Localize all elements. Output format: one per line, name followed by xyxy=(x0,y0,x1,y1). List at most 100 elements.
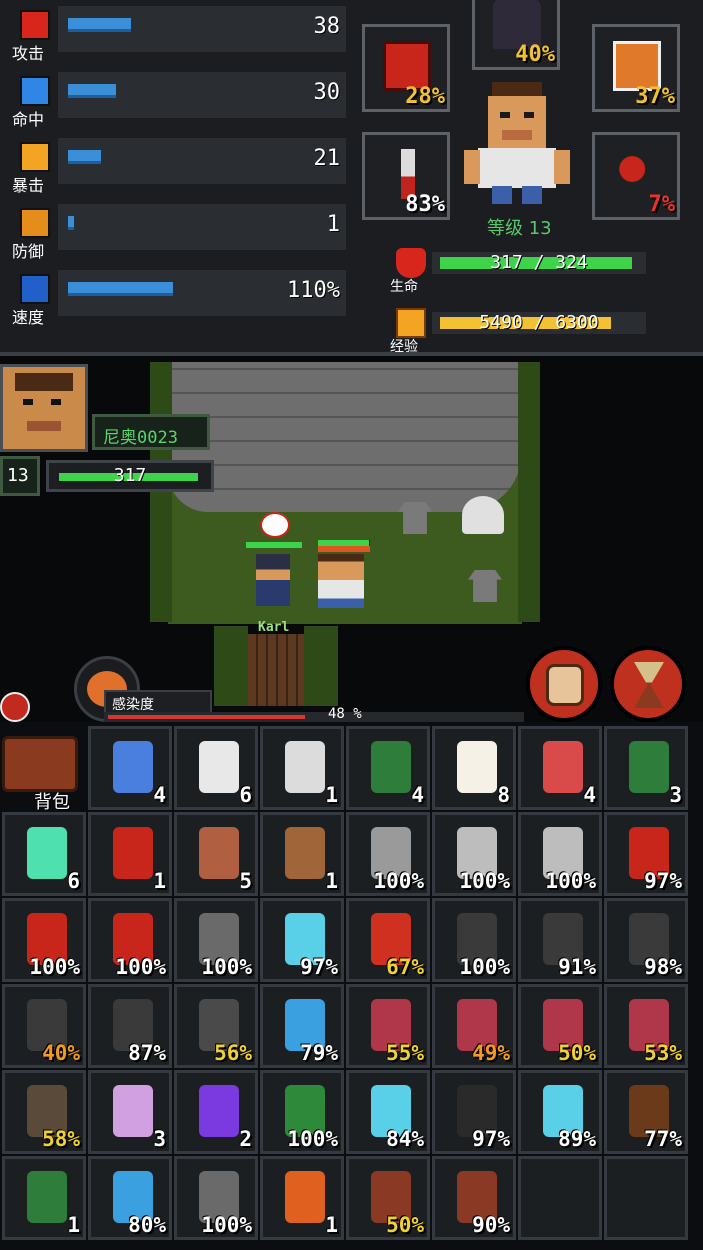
inventory-slot[interactable]: 90% xyxy=(432,1156,516,1240)
stat-label: 防御 xyxy=(12,242,45,261)
inventory-slot[interactable]: 97% xyxy=(432,1070,516,1154)
basket-icon xyxy=(285,827,325,879)
drop-arrow-icon[interactable] xyxy=(0,692,30,722)
inventory-slot[interactable]: 84% xyxy=(346,1070,430,1154)
inventory-slot[interactable]: 49% xyxy=(432,984,516,1068)
item-quantity: 1 xyxy=(325,1213,338,1237)
item-quantity: 80% xyxy=(128,1213,166,1237)
inventory-slot[interactable]: 55% xyxy=(346,984,430,1068)
inventory-slot[interactable]: 80% xyxy=(88,1156,172,1240)
inventory-slot[interactable]: 1 xyxy=(88,812,172,896)
portrait-eye xyxy=(23,399,33,405)
inventory-slot[interactable]: 97% xyxy=(260,898,344,982)
equip-slot-offhand[interactable]: 7% xyxy=(592,132,680,220)
inventory-slot[interactable]: 6 xyxy=(2,812,86,896)
inventory-slot[interactable]: 50% xyxy=(518,984,602,1068)
inventory-slot[interactable]: 67% xyxy=(346,898,430,982)
dungeon-view[interactable]: Karl 尼奥0023 13 317 感染度 48 % xyxy=(0,356,703,722)
item-quantity: 97% xyxy=(644,869,682,893)
inventory-slot[interactable]: 50% xyxy=(346,1156,430,1240)
inventory-slot[interactable]: 53% xyxy=(604,984,688,1068)
critical-icon xyxy=(20,142,50,172)
inventory-slot[interactable]: 4 xyxy=(346,726,430,810)
inventory-slot[interactable]: 100% xyxy=(174,898,258,982)
stat-row-critical: 暴击 21 xyxy=(0,134,350,195)
shirt-loot-icon[interactable] xyxy=(468,570,502,602)
player-level: 13 xyxy=(7,465,29,486)
item-quantity: 100% xyxy=(459,955,510,979)
inventory-slot[interactable]: 4 xyxy=(518,726,602,810)
attack-fist-button[interactable] xyxy=(526,646,602,722)
inventory-slot[interactable]: 100% xyxy=(432,898,516,982)
stat-value: 110% xyxy=(287,278,340,303)
player-portrait[interactable] xyxy=(0,364,88,452)
backpack-label: 背包 xyxy=(34,792,70,813)
inventory-slot[interactable]: 1 xyxy=(260,1156,344,1240)
inventory-slot[interactable]: 100% xyxy=(88,898,172,982)
inventory-slot[interactable]: 77% xyxy=(604,1070,688,1154)
infection-bar-fill xyxy=(108,715,305,719)
item-quantity: 3 xyxy=(153,1127,166,1151)
inventory-slot-empty[interactable] xyxy=(604,1156,688,1240)
inventory-slot[interactable]: 87% xyxy=(88,984,172,1068)
stat-value: 1 xyxy=(326,212,340,237)
inventory-slot[interactable]: 8 xyxy=(432,726,516,810)
inventory-slot[interactable]: 100% xyxy=(432,812,516,896)
inventory-slot-empty[interactable] xyxy=(518,1156,602,1240)
inventory-slot[interactable]: 91% xyxy=(518,898,602,982)
portrait-mouth xyxy=(27,421,61,431)
inventory-slot[interactable]: 100% xyxy=(174,1156,258,1240)
equip-slot-weapon[interactable]: 83% xyxy=(362,132,450,220)
inventory-slot[interactable]: 58% xyxy=(2,1070,86,1154)
inventory-slot[interactable]: 100% xyxy=(518,812,602,896)
equip-slot-head[interactable]: 40% xyxy=(472,0,560,70)
inventory-slot[interactable]: 1 xyxy=(2,1156,86,1240)
stat-row-defense: 防御 1 xyxy=(0,200,350,261)
item-quantity: 90% xyxy=(472,1213,510,1237)
shirt-loot-icon[interactable] xyxy=(398,502,432,534)
inventory-slot[interactable]: 1 xyxy=(260,812,344,896)
item-quantity: 100% xyxy=(373,869,424,893)
backpack-button[interactable]: 背包 xyxy=(0,692,82,813)
inventory-slot[interactable]: 100% xyxy=(260,1070,344,1154)
helmet-loot-icon[interactable] xyxy=(462,496,504,534)
inventory-slot[interactable]: 2 xyxy=(174,1070,258,1154)
inventory-slot[interactable]: 4 xyxy=(88,726,172,810)
equip-durability: 7% xyxy=(648,192,676,217)
equip-slot-accessory-1[interactable]: 28% xyxy=(362,24,450,112)
police-npc-sprite[interactable] xyxy=(256,554,290,606)
stat-label: 速度 xyxy=(12,308,45,327)
inventory-slot[interactable]: 6 xyxy=(174,726,258,810)
backpack-icon xyxy=(2,736,78,792)
flower-pot-icon xyxy=(199,827,239,879)
hero-sprite xyxy=(464,82,570,204)
item-quantity: 100% xyxy=(287,1127,338,1151)
inventory-slot[interactable]: 98% xyxy=(604,898,688,982)
inventory-slot[interactable]: 5 xyxy=(174,812,258,896)
item-quantity: 100% xyxy=(201,955,252,979)
inventory-slot[interactable]: 56% xyxy=(174,984,258,1068)
inventory-slot[interactable]: 100% xyxy=(346,812,430,896)
question-bubble-icon xyxy=(260,512,290,538)
inventory-slot[interactable]: 79% xyxy=(260,984,344,1068)
item-quantity: 40% xyxy=(42,1041,80,1065)
inventory-slot[interactable]: 100% xyxy=(2,898,86,982)
wooden-door[interactable] xyxy=(248,634,304,706)
stat-row-accuracy: 命中 30 xyxy=(0,68,350,129)
empty-slot xyxy=(629,1171,669,1223)
inventory-slot[interactable]: 3 xyxy=(604,726,688,810)
portrait-eye xyxy=(51,399,61,405)
stat-label: 暴击 xyxy=(12,176,45,195)
item-quantity: 4 xyxy=(583,783,596,807)
accuracy-icon xyxy=(20,76,50,106)
item-quantity: 1 xyxy=(325,783,338,807)
hot-sauce-icon xyxy=(285,1171,325,1223)
inventory-slot[interactable]: 97% xyxy=(604,812,688,896)
equip-durability: 83% xyxy=(405,192,445,217)
inventory-slot[interactable]: 89% xyxy=(518,1070,602,1154)
inventory-slot[interactable]: 40% xyxy=(2,984,86,1068)
wait-turn-button[interactable] xyxy=(610,646,686,722)
equip-slot-accessory-2[interactable]: 37% xyxy=(592,24,680,112)
inventory-slot[interactable]: 1 xyxy=(260,726,344,810)
inventory-slot[interactable]: 3 xyxy=(88,1070,172,1154)
